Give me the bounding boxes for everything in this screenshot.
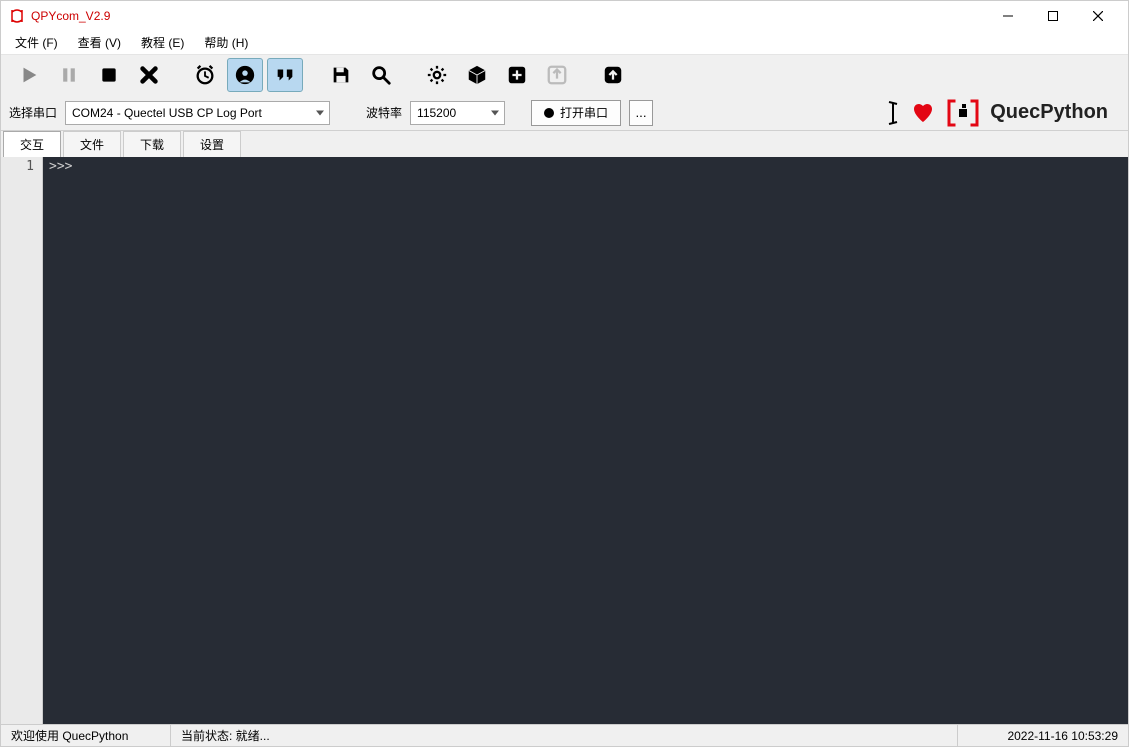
cancel-button[interactable] [131, 58, 167, 92]
i-icon [886, 99, 900, 127]
status-dot-icon [544, 108, 554, 118]
more-button[interactable]: ... [629, 100, 653, 126]
maximize-button[interactable] [1030, 1, 1075, 31]
status-state: 当前状态: 就绪... [171, 725, 958, 746]
alarm-button[interactable] [187, 58, 223, 92]
package-button[interactable] [459, 58, 495, 92]
search-button[interactable] [363, 58, 399, 92]
pause-button[interactable] [51, 58, 87, 92]
app-icon [9, 8, 25, 24]
title-bar: QPYcom_V2.9 [1, 1, 1128, 31]
tab-settings[interactable]: 设置 [183, 131, 241, 157]
tab-file[interactable]: 文件 [63, 131, 121, 157]
tab-interact[interactable]: 交互 [3, 131, 61, 157]
status-bar: 欢迎使用 QuecPython 当前状态: 就绪... 2022-11-16 1… [1, 724, 1128, 746]
upload-button[interactable] [595, 58, 631, 92]
record-button[interactable] [227, 58, 263, 92]
menu-help[interactable]: 帮助 (H) [194, 31, 258, 54]
status-welcome: 欢迎使用 QuecPython [1, 725, 171, 746]
minimize-button[interactable] [985, 1, 1030, 31]
editor-area[interactable]: 1 >>> [1, 157, 1128, 724]
export-button[interactable] [539, 58, 575, 92]
tab-download[interactable]: 下载 [123, 131, 181, 157]
menu-file[interactable]: 文件 (F) [5, 31, 68, 54]
menu-tutorial[interactable]: 教程 (E) [131, 31, 194, 54]
run-button[interactable] [11, 58, 47, 92]
connection-bar: 选择串口 COM24 - Quectel USB CP Log Port 波特率… [1, 95, 1128, 131]
settings-button[interactable] [419, 58, 455, 92]
heart-icon [910, 101, 936, 125]
logo-icon [946, 98, 980, 128]
menu-view[interactable]: 查看 (V) [68, 31, 131, 54]
quote-button[interactable] [267, 58, 303, 92]
baud-select[interactable]: 115200 [410, 101, 505, 125]
tabs-bar: 交互 文件 下载 设置 [1, 131, 1128, 157]
status-time: 2022-11-16 10:53:29 [958, 725, 1128, 746]
line-number: 1 [1, 159, 34, 174]
window-title: QPYcom_V2.9 [31, 9, 110, 23]
save-button[interactable] [323, 58, 359, 92]
open-port-label: 打开串口 [560, 104, 608, 121]
brand-area: QuecPython [886, 98, 1120, 128]
line-gutter: 1 [1, 157, 43, 724]
stop-button[interactable] [91, 58, 127, 92]
menu-bar: 文件 (F) 查看 (V) 教程 (E) 帮助 (H) [1, 31, 1128, 55]
open-port-button[interactable]: 打开串口 [531, 100, 621, 126]
port-select[interactable]: COM24 - Quectel USB CP Log Port [65, 101, 330, 125]
port-label: 选择串口 [9, 104, 57, 121]
brand-text: QuecPython [990, 101, 1108, 124]
toolbar [1, 55, 1128, 95]
close-button[interactable] [1075, 1, 1120, 31]
baud-label: 波特率 [366, 104, 402, 121]
code-content[interactable]: >>> [43, 157, 1128, 724]
add-button[interactable] [499, 58, 535, 92]
